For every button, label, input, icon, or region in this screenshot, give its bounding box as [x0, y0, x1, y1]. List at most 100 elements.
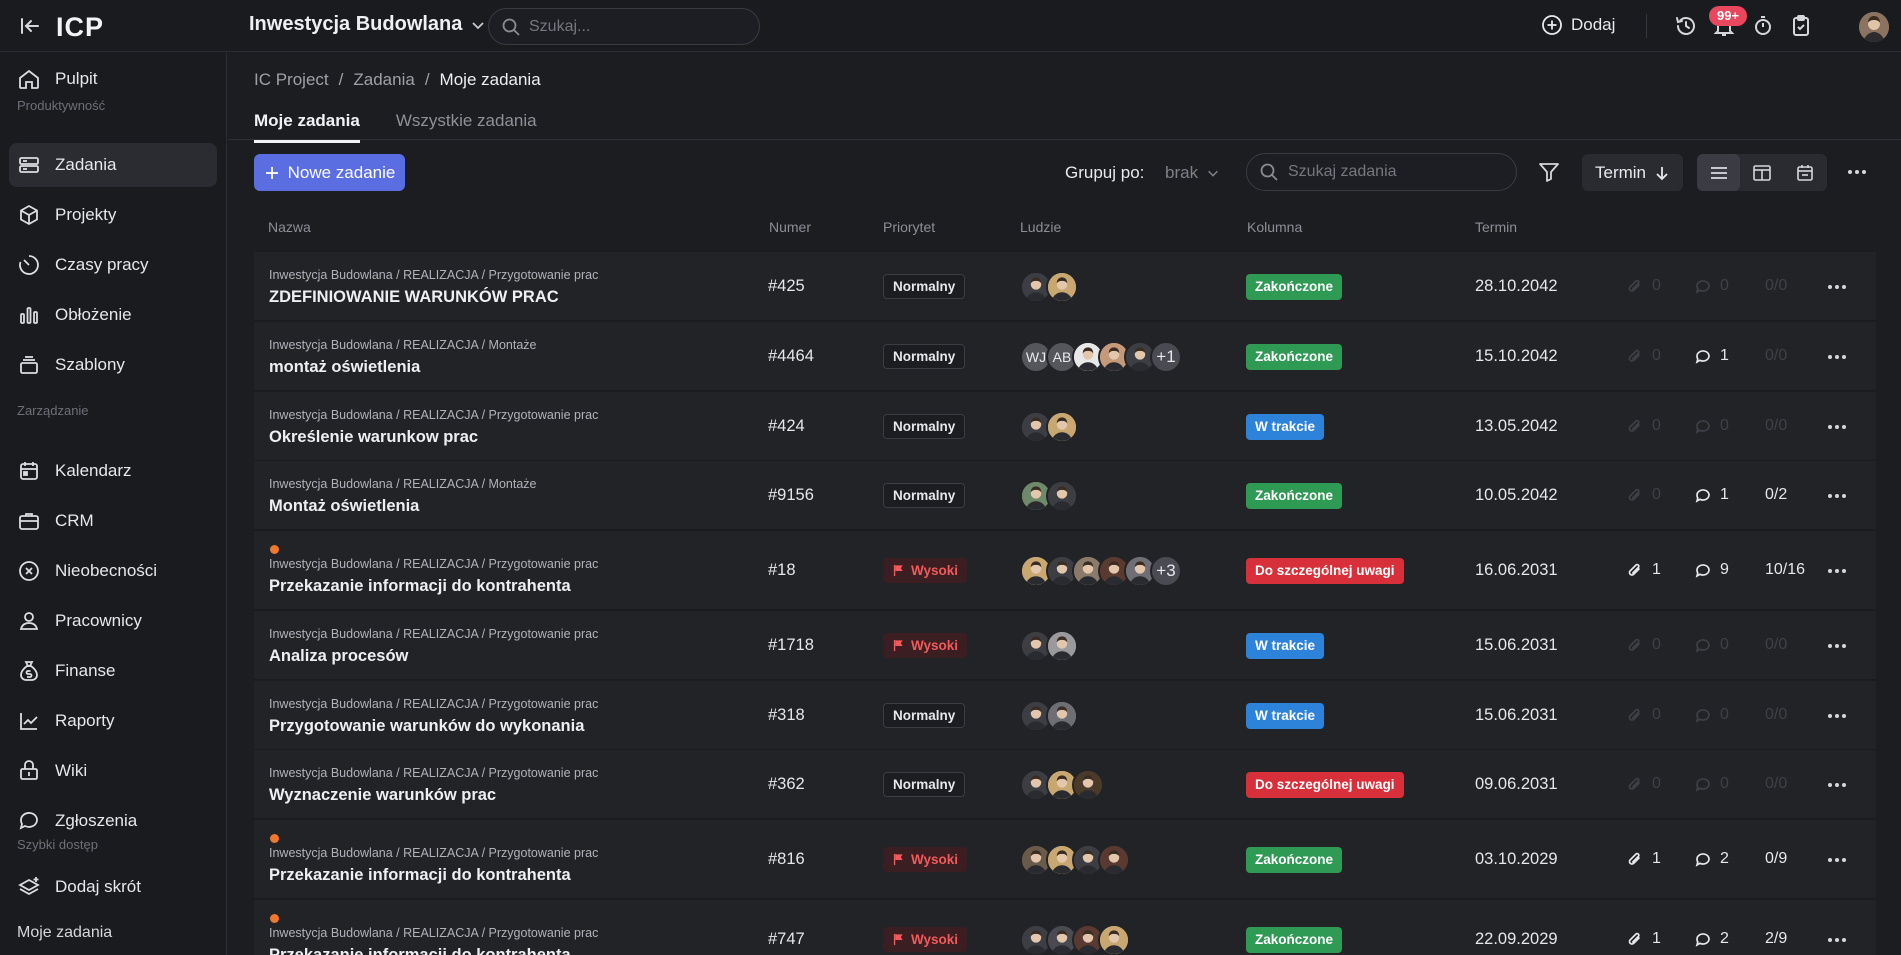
attachments[interactable]: 0 [1626, 706, 1661, 724]
table-row[interactable]: Inwestycja Budowlana / REALIZACJA / Mont… [254, 461, 1876, 530]
row-more-icon[interactable] [1825, 345, 1849, 369]
more-options-icon[interactable] [1845, 160, 1869, 184]
priority-badge[interactable]: Normalny [883, 482, 966, 508]
task-path[interactable]: Inwestycja Budowlana / REALIZACJA / Przy… [269, 408, 598, 422]
task-title[interactable]: Wyznaczenie warunków prac [269, 786, 496, 805]
global-search[interactable] [488, 8, 760, 45]
sidebar-item-finanse[interactable]: Finanse [9, 649, 217, 693]
status-badge[interactable]: Zakończone [1246, 846, 1343, 873]
assignees[interactable] [1020, 270, 1078, 303]
history-icon[interactable] [1674, 14, 1698, 38]
assignees[interactable] [1020, 768, 1104, 801]
task-title[interactable]: Przekazanie informacji do kontrahenta [269, 946, 571, 955]
row-more-icon[interactable] [1825, 559, 1849, 583]
comments[interactable]: 2 [1694, 850, 1729, 868]
comments[interactable]: 1 [1694, 486, 1729, 504]
task-path[interactable]: Inwestycja Budowlana / REALIZACJA / Przy… [269, 627, 598, 641]
priority-badge[interactable]: Wysoki [883, 632, 968, 658]
priority-badge[interactable]: Normalny [883, 771, 966, 797]
column-header-priority[interactable]: Priorytet [883, 219, 935, 235]
task-title[interactable]: Przekazanie informacji do kontrahenta [269, 577, 571, 596]
priority-badge[interactable]: Normalny [883, 702, 966, 728]
priority-badge[interactable]: Normalny [883, 343, 966, 369]
comments[interactable]: 0 [1694, 277, 1729, 295]
priority-badge[interactable]: Wysoki [883, 557, 968, 583]
status-badge[interactable]: Do szczególnej uwagi [1246, 771, 1404, 798]
status-badge[interactable]: Zakończone [1246, 926, 1343, 953]
assignees[interactable] [1020, 629, 1078, 662]
task-path[interactable]: Inwestycja Budowlana / REALIZACJA / Przy… [269, 557, 598, 571]
sidebar-item-add-shortcut[interactable]: Dodaj skrót [9, 865, 217, 909]
row-more-icon[interactable] [1825, 928, 1849, 952]
priority-badge[interactable]: Normalny [883, 413, 966, 439]
breadcrumb-root[interactable]: IC Project [254, 70, 329, 90]
filter-icon[interactable] [1537, 160, 1561, 184]
task-path[interactable]: Inwestycja Budowlana / REALIZACJA / Przy… [269, 268, 598, 282]
task-path[interactable]: Inwestycja Budowlana / REALIZACJA / Przy… [269, 926, 598, 940]
breadcrumb-mid[interactable]: Zadania [353, 70, 414, 90]
task-search[interactable] [1246, 153, 1517, 191]
sidebar-item-raporty[interactable]: Raporty [9, 699, 217, 743]
attachments[interactable]: 0 [1626, 486, 1661, 504]
attachments[interactable]: 1 [1626, 850, 1661, 868]
row-more-icon[interactable] [1825, 275, 1849, 299]
status-badge[interactable]: W trakcie [1246, 702, 1325, 729]
task-title[interactable]: ZDEFINIOWANIE WARUNKÓW PRAC [269, 288, 559, 307]
task-title[interactable]: Określenie warunkow prac [269, 428, 478, 447]
sidebar-item-pracownicy[interactable]: Pracownicy [9, 599, 217, 643]
table-row[interactable]: Inwestycja Budowlana / REALIZACJA / Przy… [254, 900, 1876, 955]
attachments[interactable]: 0 [1626, 417, 1661, 435]
global-search-input[interactable] [529, 17, 729, 36]
attachments[interactable]: 0 [1626, 277, 1661, 295]
table-row[interactable]: Inwestycja Budowlana / REALIZACJA / Przy… [254, 252, 1876, 321]
comments[interactable]: 9 [1694, 561, 1729, 579]
table-row[interactable]: Inwestycja Budowlana / REALIZACJA / Przy… [254, 750, 1876, 819]
app-logo[interactable]: ICP [56, 12, 104, 43]
row-more-icon[interactable] [1825, 484, 1849, 508]
sort-button[interactable]: Termin [1582, 154, 1683, 191]
column-header-due[interactable]: Termin [1475, 219, 1517, 235]
column-header-column[interactable]: Kolumna [1247, 219, 1302, 235]
task-path[interactable]: Inwestycja Budowlana / REALIZACJA / Przy… [269, 766, 598, 780]
table-row[interactable]: Inwestycja Budowlana / REALIZACJA / Przy… [254, 392, 1876, 461]
row-more-icon[interactable] [1825, 848, 1849, 872]
assignees[interactable] [1020, 479, 1078, 512]
new-task-button[interactable]: Nowe zadanie [254, 154, 405, 191]
comments[interactable]: 1 [1694, 347, 1729, 365]
attachments[interactable]: 0 [1626, 636, 1661, 654]
task-search-input[interactable] [1288, 163, 1498, 181]
sidebar-item-szablony[interactable]: Szablony [9, 343, 217, 387]
attachments[interactable]: 1 [1626, 930, 1661, 948]
status-badge[interactable]: W trakcie [1246, 413, 1325, 440]
priority-badge[interactable]: Normalny [883, 273, 966, 299]
task-title[interactable]: Analiza procesów [269, 647, 408, 666]
project-switcher[interactable]: Inwestycja Budowlana [249, 13, 486, 36]
task-path[interactable]: Inwestycja Budowlana / REALIZACJA / Przy… [269, 846, 598, 860]
user-avatar[interactable] [1859, 12, 1889, 42]
sidebar-item-czasy-pracy[interactable]: Czasy pracy [9, 243, 217, 287]
status-badge[interactable]: Zakończone [1246, 273, 1343, 300]
comments[interactable]: 0 [1694, 706, 1729, 724]
table-row[interactable]: Inwestycja Budowlana / REALIZACJA / Przy… [254, 531, 1876, 610]
table-row[interactable]: Inwestycja Budowlana / REALIZACJA / Przy… [254, 611, 1876, 680]
column-header-number[interactable]: Numer [769, 219, 811, 235]
collapse-sidebar-icon[interactable] [18, 14, 42, 38]
row-more-icon[interactable] [1825, 773, 1849, 797]
sidebar-item-crm[interactable]: CRM [9, 499, 217, 543]
status-badge[interactable]: W trakcie [1246, 632, 1325, 659]
task-path[interactable]: Inwestycja Budowlana / REALIZACJA / Mont… [269, 477, 537, 491]
assignees[interactable] [1020, 410, 1078, 443]
task-title[interactable]: Przygotowanie warunków do wykonania [269, 717, 584, 736]
clipboard-check-icon[interactable] [1789, 14, 1813, 38]
priority-badge[interactable]: Wysoki [883, 926, 968, 952]
comments[interactable]: 0 [1694, 417, 1729, 435]
task-title[interactable]: montaż oświetlenia [269, 358, 420, 377]
table-row[interactable]: Inwestycja Budowlana / REALIZACJA / Przy… [254, 820, 1876, 899]
assignees[interactable] [1020, 699, 1078, 732]
section-my-tasks[interactable]: Moje zadania [17, 924, 112, 942]
status-badge[interactable]: Zakończone [1246, 482, 1343, 509]
task-title[interactable]: Montaż oświetlenia [269, 497, 419, 516]
sidebar-item-pulpit[interactable]: Pulpit [9, 57, 217, 101]
row-more-icon[interactable] [1825, 704, 1849, 728]
board-view-icon[interactable] [1740, 154, 1783, 191]
